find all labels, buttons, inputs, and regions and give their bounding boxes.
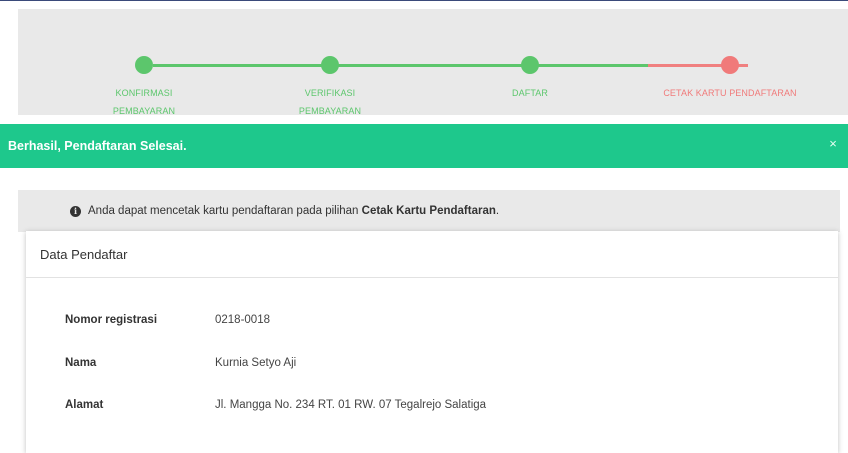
registrant-data-card: Data Pendaftar Nomor registrasi 0218-001… [26, 231, 838, 453]
step-label-line: KONFIRMASI [115, 88, 173, 98]
top-border [0, 0, 848, 1]
step-label-line: CETAK KARTU PENDAFTARAN [663, 88, 797, 98]
field-label: Alamat [65, 399, 104, 411]
alert-message: Berhasil, Pendaftaran Selesai. [8, 139, 187, 153]
info-notice: i Anda dapat mencetak kartu pendaftaran … [18, 190, 840, 232]
info-circle-icon: i [70, 205, 81, 217]
stepper-track-done [153, 64, 648, 67]
step-label-line: PEMBAYARAN [112, 106, 176, 116]
step-label-konfirmasi: KONFIRMASI PEMBAYARAN [84, 84, 204, 120]
progress-stepper: KONFIRMASI PEMBAYARAN VERIFIKASI PEMBAYA… [18, 9, 848, 116]
step-dot-verifikasi [321, 56, 339, 74]
step-label-line: VERIFIKASI [304, 88, 356, 98]
step-label-cetak: CETAK KARTU PENDAFTARAN [650, 84, 810, 102]
step-label-daftar: DAFTAR [470, 84, 590, 102]
field-label: Nomor registrasi [65, 314, 158, 326]
field-row-nomor-registrasi: Nomor registrasi 0218-0018 [65, 314, 270, 326]
step-label-line: PEMBAYARAN [298, 106, 362, 116]
info-text-suffix: . [495, 205, 500, 217]
info-text-prefix: Anda dapat mencetak kartu pendaftaran pa… [88, 205, 362, 217]
info-text-bold: Cetak Kartu Pendaftaran [361, 205, 496, 217]
field-value: Jl. Mangga No. 234 RT. 01 RW. 07 Tegalre… [215, 399, 487, 411]
card-title: Data Pendaftar [26, 231, 838, 278]
field-row-nama: Nama Kurnia Setyo Aji [65, 357, 296, 369]
close-icon[interactable]: × [826, 137, 840, 151]
step-label-verifikasi: VERIFIKASI PEMBAYARAN [270, 84, 390, 120]
step-dot-konfirmasi [135, 56, 153, 74]
step-label-line: DAFTAR [512, 88, 548, 98]
step-dot-cetak [721, 56, 739, 74]
step-dot-daftar [521, 56, 539, 74]
field-label: Nama [65, 357, 97, 369]
success-alert: Berhasil, Pendaftaran Selesai. × [0, 124, 848, 168]
field-value: Kurnia Setyo Aji [215, 357, 297, 369]
field-value: 0218-0018 [215, 314, 270, 326]
field-row-alamat: Alamat Jl. Mangga No. 234 RT. 01 RW. 07 … [65, 399, 486, 411]
